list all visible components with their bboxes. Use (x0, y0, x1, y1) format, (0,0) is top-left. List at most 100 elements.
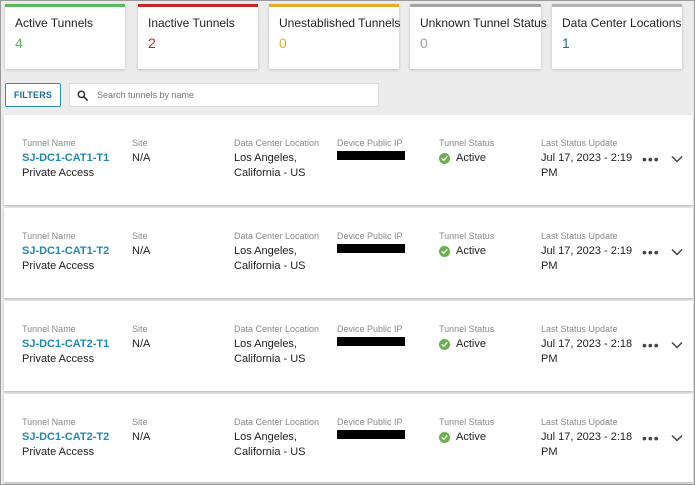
status-indicator: Active (439, 430, 494, 445)
tunnel-name-link[interactable]: SJ-DC1-CAT2-T1 (22, 337, 109, 352)
redacted-ip (337, 151, 405, 160)
tunnel-row: Tunnel Name SJ-DC1-CAT1-T1 Private Acces… (4, 115, 693, 205)
chevron-down-icon[interactable] (671, 155, 683, 163)
check-circle-icon (439, 153, 450, 164)
card-label: Unknown Tunnel Status (420, 16, 547, 30)
device-ip-cell: Device Public IP (337, 417, 405, 439)
tunnel-name-link[interactable]: SJ-DC1-CAT2-T2 (22, 430, 109, 445)
card-count: 1 (562, 35, 570, 51)
column-header: Device Public IP (337, 138, 403, 148)
column-header: Last Status Update (541, 417, 618, 427)
location-line-1: Los Angeles, (234, 152, 297, 164)
status-cell: Tunnel Status Active (439, 324, 494, 352)
site-value: N/A (132, 152, 151, 164)
update-line-2: PM (541, 446, 558, 458)
column-header: Data Center Location (234, 324, 320, 334)
tunnel-name-link[interactable]: SJ-DC1-CAT1-T1 (22, 151, 109, 166)
more-options-icon[interactable]: ••• (642, 338, 660, 352)
column-header: Tunnel Name (22, 138, 76, 148)
more-options-icon[interactable]: ••• (642, 245, 660, 259)
location-line-2: California - US (234, 446, 306, 458)
tunnel-name-link[interactable]: SJ-DC1-CAT1-T2 (22, 244, 109, 259)
update-line-1: Jul 17, 2023 - 2:18 (541, 338, 633, 350)
column-header: Device Public IP (337, 231, 403, 241)
card-count: 0 (279, 35, 287, 51)
chevron-down-icon[interactable] (671, 341, 683, 349)
tunnel-list: Tunnel Name SJ-DC1-CAT1-T1 Private Acces… (4, 115, 693, 485)
more-options-icon[interactable]: ••• (642, 431, 660, 445)
update-line-2: PM (541, 260, 558, 272)
card-inactive-tunnels[interactable]: Inactive Tunnels 2 (138, 4, 258, 69)
chevron-down-icon[interactable] (671, 434, 683, 442)
status-text: Active (456, 338, 486, 350)
tunnel-name-cell: Tunnel Name SJ-DC1-CAT2-T2 Private Acces… (22, 417, 109, 460)
device-ip-cell: Device Public IP (337, 324, 405, 346)
column-header: Site (132, 231, 148, 241)
column-header: Last Status Update (541, 138, 618, 148)
site-cell: Site N/A (132, 324, 150, 352)
more-options-icon[interactable]: ••• (642, 152, 660, 166)
search-box (69, 83, 379, 107)
column-header: Site (132, 324, 148, 334)
device-ip-cell: Device Public IP (337, 138, 405, 160)
column-header: Tunnel Name (22, 417, 76, 427)
column-header: Tunnel Status (439, 417, 495, 427)
redacted-ip (337, 337, 405, 346)
update-line-1: Jul 17, 2023 - 2:19 (541, 152, 633, 164)
status-text: Active (456, 431, 486, 443)
check-circle-icon (439, 339, 450, 350)
location-cell: Data Center Location Los Angeles, Califo… (234, 138, 319, 181)
card-unestablished-tunnels[interactable]: Unestablished Tunnels 0 (269, 4, 400, 69)
column-header: Device Public IP (337, 417, 403, 427)
card-label: Inactive Tunnels (148, 16, 235, 30)
card-count: 0 (420, 35, 428, 51)
filters-button[interactable]: FILTERS (5, 83, 61, 107)
card-count: 2 (148, 35, 156, 51)
location-line-1: Los Angeles, (234, 245, 297, 257)
site-value: N/A (132, 431, 151, 443)
last-update-cell: Last Status Update Jul 17, 2023 - 2:19 P… (541, 231, 632, 274)
status-cell: Tunnel Status Active (439, 417, 494, 445)
status-indicator: Active (439, 151, 494, 166)
tunnel-name-cell: Tunnel Name SJ-DC1-CAT2-T1 Private Acces… (22, 324, 109, 367)
column-header: Site (132, 417, 148, 427)
search-input[interactable] (97, 90, 357, 100)
redacted-ip (337, 430, 405, 439)
column-header: Device Public IP (337, 324, 403, 334)
column-header: Data Center Location (234, 417, 320, 427)
check-circle-icon (439, 432, 450, 443)
tunnel-type: Private Access (22, 353, 95, 365)
summary-cards: Active Tunnels 4 Inactive Tunnels 2 Unes… (5, 4, 694, 70)
location-line-1: Los Angeles, (234, 338, 297, 350)
card-count: 4 (15, 35, 23, 51)
card-unknown-tunnel-status[interactable]: Unknown Tunnel Status 0 (410, 4, 547, 69)
location-cell: Data Center Location Los Angeles, Califo… (234, 324, 319, 367)
card-label: Active Tunnels (15, 16, 94, 30)
card-active-tunnels[interactable]: Active Tunnels 4 (5, 4, 125, 69)
tunnel-row: Tunnel Name SJ-DC1-CAT1-T2 Private Acces… (4, 208, 693, 298)
tunnel-row: Tunnel Name SJ-DC1-CAT2-T2 Private Acces… (4, 394, 693, 482)
site-value: N/A (132, 245, 151, 257)
tunnel-type: Private Access (22, 167, 95, 179)
column-header: Data Center Location (234, 138, 320, 148)
tunnel-name-cell: Tunnel Name SJ-DC1-CAT1-T1 Private Acces… (22, 138, 109, 181)
location-line-2: California - US (234, 353, 306, 365)
search-icon (77, 90, 88, 101)
check-circle-icon (439, 246, 450, 257)
column-header: Last Status Update (541, 324, 618, 334)
location-line-2: California - US (234, 260, 306, 272)
status-indicator: Active (439, 244, 494, 259)
column-header: Tunnel Status (439, 324, 495, 334)
status-cell: Tunnel Status Active (439, 231, 494, 259)
column-header: Tunnel Status (439, 231, 495, 241)
location-cell: Data Center Location Los Angeles, Califo… (234, 231, 319, 274)
update-line-1: Jul 17, 2023 - 2:18 (541, 431, 633, 443)
chevron-down-icon[interactable] (671, 248, 683, 256)
status-cell: Tunnel Status Active (439, 138, 494, 166)
status-text: Active (456, 152, 486, 164)
tunnel-type: Private Access (22, 446, 95, 458)
site-cell: Site N/A (132, 417, 150, 445)
status-text: Active (456, 245, 486, 257)
location-line-1: Los Angeles, (234, 431, 297, 443)
card-data-center-locations[interactable]: Data Center Locations 1 (552, 4, 682, 69)
